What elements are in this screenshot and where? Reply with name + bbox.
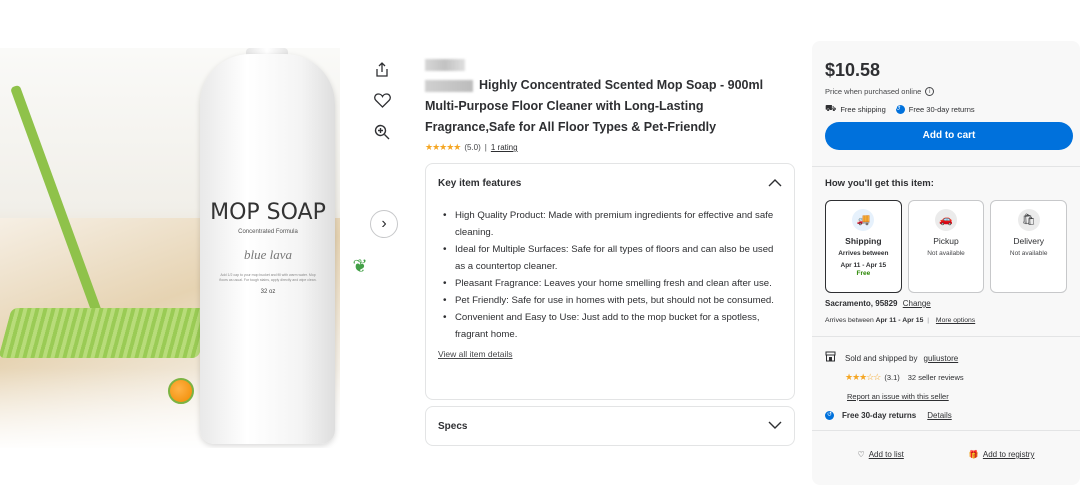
product-title-area: Highly Concentrated Scented Mop Soap - 9… [425,54,795,153]
label-title: MOP SOAP [210,200,326,225]
list-item: Pleasant Fragrance: Leaves your home sme… [441,275,782,292]
returns-row: ↺ Free 30-day returns Details [825,411,952,420]
image-actions [368,56,396,149]
product-title: Highly Concentrated Scented Mop Soap - 9… [425,54,795,138]
seller-reviews: 32 seller reviews [907,373,964,382]
next-image-button[interactable]: › [370,210,398,238]
price: $10.58 [825,60,881,80]
arrival-row: Arrives between Apr 11 - Apr 15 | More o… [825,317,976,324]
location: Sacramento, 95829 [825,299,898,308]
chevron-down-icon[interactable] [768,421,782,432]
specs-card[interactable]: Specs [425,406,795,446]
add-to-registry-button[interactable]: 🎁 Add to registry [969,450,1035,459]
delivery-option[interactable]: 🛍 Delivery Not available [990,200,1068,293]
list-item: High Quality Product: Made with premium … [441,207,782,241]
returns-details-link[interactable]: Details [927,411,951,420]
truck-icon: ⛟ [825,103,837,113]
mop-head-graphic [0,308,212,358]
heart-icon[interactable] [368,87,396,115]
divider [812,336,1080,337]
key-features-header[interactable]: Key item features [438,176,782,190]
fulfillment-options: 🚚 Shipping Arrives between Apr 11 - Apr … [825,200,1068,293]
rating-count-link[interactable]: 1 rating [491,143,518,152]
seller-link[interactable]: guliustore [924,354,959,363]
specs-heading: Specs [438,420,468,432]
list-item: Ideal for Multiple Surfaces: Safe for al… [441,241,782,275]
chevron-right-icon: › [381,215,387,232]
seller-stars: ★★★☆☆ [845,372,881,382]
pickup-option[interactable]: 🚗 Pickup Not available [907,200,985,293]
bottle-label: MOP SOAP Concentrated Formula blue lava … [209,188,327,358]
add-to-list-button[interactable]: ♡ Add to list [858,450,904,459]
buy-box: $10.58 Price when purchased online i ⛟ Fr… [812,41,1080,485]
gift-icon: 🎁 [968,450,979,459]
free-shipping: ⛟ Free shipping [825,103,886,114]
features-list: High Quality Product: Made with premium … [438,207,782,343]
return-icon: ↺ [895,104,905,114]
view-all-details-link[interactable]: View all item details [438,349,782,359]
report-seller-link[interactable]: Report an issue with this seller [847,392,1067,401]
free-returns: ↺ Free 30-day returns [895,104,975,114]
key-features-heading: Key item features [438,177,522,189]
add-to-cart-button[interactable]: Add to cart [825,122,1073,150]
product-rating: ★★★★★ (5.0) | 1 rating [425,142,795,153]
key-features-card: Key item features High Quality Product: … [425,163,795,400]
divider [812,166,1080,167]
car-icon: 🚗 [935,209,957,231]
brand-name-blurred[interactable] [425,58,465,71]
seller-rating: ★★★☆☆ (3.1) 32 seller reviews [845,372,964,382]
product-image[interactable]: MOP SOAP Concentrated Formula blue lava … [0,48,340,448]
change-location-link[interactable]: Change [903,299,931,308]
share-icon[interactable] [368,56,396,84]
truck-icon: 🚚 [852,209,875,231]
orange-scent-icon [168,378,194,404]
list-item: Pet Friendly: Safe for use in homes with… [441,292,782,309]
shipping-returns-row: ⛟ Free shipping ↺ Free 30-day returns [825,103,1067,115]
divider [812,430,1080,431]
location-row: Sacramento, 95829 Change [825,299,1067,308]
rating-stars: ★★★★★ [425,142,461,152]
label-subtitle: Concentrated Formula [238,229,298,235]
label-fine-print: Add 1/2 cap to your mop bucket and fill … [219,273,317,282]
list-registry-row: ♡ Add to list 🎁 Add to registry [825,450,1067,459]
fulfillment-title: How you'll get this item: [825,178,934,189]
shipping-option[interactable]: 🚚 Shipping Arrives between Apr 11 - Apr … [825,200,902,293]
chevron-up-icon[interactable] [768,176,782,190]
more-options-link[interactable]: More options [936,317,975,324]
heart-icon: ♡ [857,450,865,459]
product-page: MOP SOAP Concentrated Formula blue lava … [0,0,1080,491]
store-icon [825,351,839,365]
info-icon[interactable]: i [925,87,935,96]
delivery-bag-icon: 🛍 [1017,209,1040,231]
label-brand: blue lava [243,247,292,262]
seller-row: Sold and shipped by guliustore [825,351,1067,365]
label-size: 32 oz [260,289,276,295]
rating-value: (5.0) [464,143,481,152]
list-item: Convenient and Easy to Use: Just add to … [441,309,782,343]
mint-leaf-icon: ❦ [352,256,368,276]
zoom-in-icon[interactable] [368,118,396,146]
return-icon: ↺ [825,411,834,420]
brand-name-blurred-2 [425,79,473,92]
price-note: Price when purchased online i [825,87,1067,96]
rating-separator: | [484,143,487,152]
